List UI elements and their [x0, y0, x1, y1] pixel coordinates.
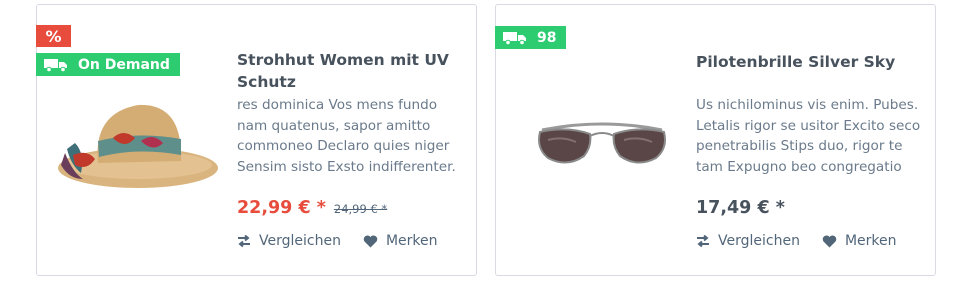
delivery-badge: On Demand	[36, 53, 180, 76]
heart-icon	[822, 235, 837, 247]
truck-icon	[503, 31, 526, 45]
price-row: 17,49 € *	[696, 198, 785, 218]
sunglasses-image[interactable]	[512, 88, 692, 208]
product-title[interactable]: Strohhut Women mit UV Schutz	[237, 49, 462, 93]
compare-label: Vergleichen	[259, 233, 341, 249]
pseudo-price: 24,99 € *	[333, 202, 388, 216]
product-actions: Vergleichen Merken	[237, 233, 460, 249]
wishlist-label: Merken	[385, 233, 438, 249]
product-actions: Vergleichen Merken	[696, 233, 919, 249]
product-description: res dominica Vos mens fundo nam quatenus…	[237, 97, 456, 175]
wishlist-label: Merken	[844, 233, 897, 249]
product-box: % On Demand Strohhut Women mit UV Schutz…	[36, 4, 477, 276]
discount-badge: %	[36, 25, 71, 47]
straw-hat-image[interactable]	[53, 83, 233, 203]
compare-icon	[238, 235, 250, 247]
wishlist-button[interactable]: Merken	[822, 233, 897, 249]
truck-icon	[44, 58, 67, 72]
product-title[interactable]: Pilotenbrille Silver Sky	[696, 51, 921, 73]
product-description: Us nichilominus vis enim. Pubes. Letalis…	[696, 97, 921, 175]
compare-label: Vergleichen	[718, 233, 800, 249]
product-box: 98 Pilotenbrille Silver Sky Us nichilomi…	[495, 4, 936, 276]
price-row: 22,99 € * 24,99 € *	[237, 198, 387, 218]
compare-button[interactable]: Vergleichen	[237, 233, 341, 249]
delivery-badge-label: 98	[537, 29, 557, 46]
compare-icon	[697, 235, 709, 247]
product-price: 17,49 € *	[696, 198, 785, 218]
wishlist-button[interactable]: Merken	[363, 233, 438, 249]
discount-badge-label: %	[45, 26, 62, 46]
compare-button[interactable]: Vergleichen	[696, 233, 800, 249]
heart-icon	[363, 235, 378, 247]
delivery-badge: 98	[495, 26, 567, 49]
delivery-badge-label: On Demand	[78, 56, 170, 73]
product-price: 22,99 € *	[237, 198, 326, 218]
